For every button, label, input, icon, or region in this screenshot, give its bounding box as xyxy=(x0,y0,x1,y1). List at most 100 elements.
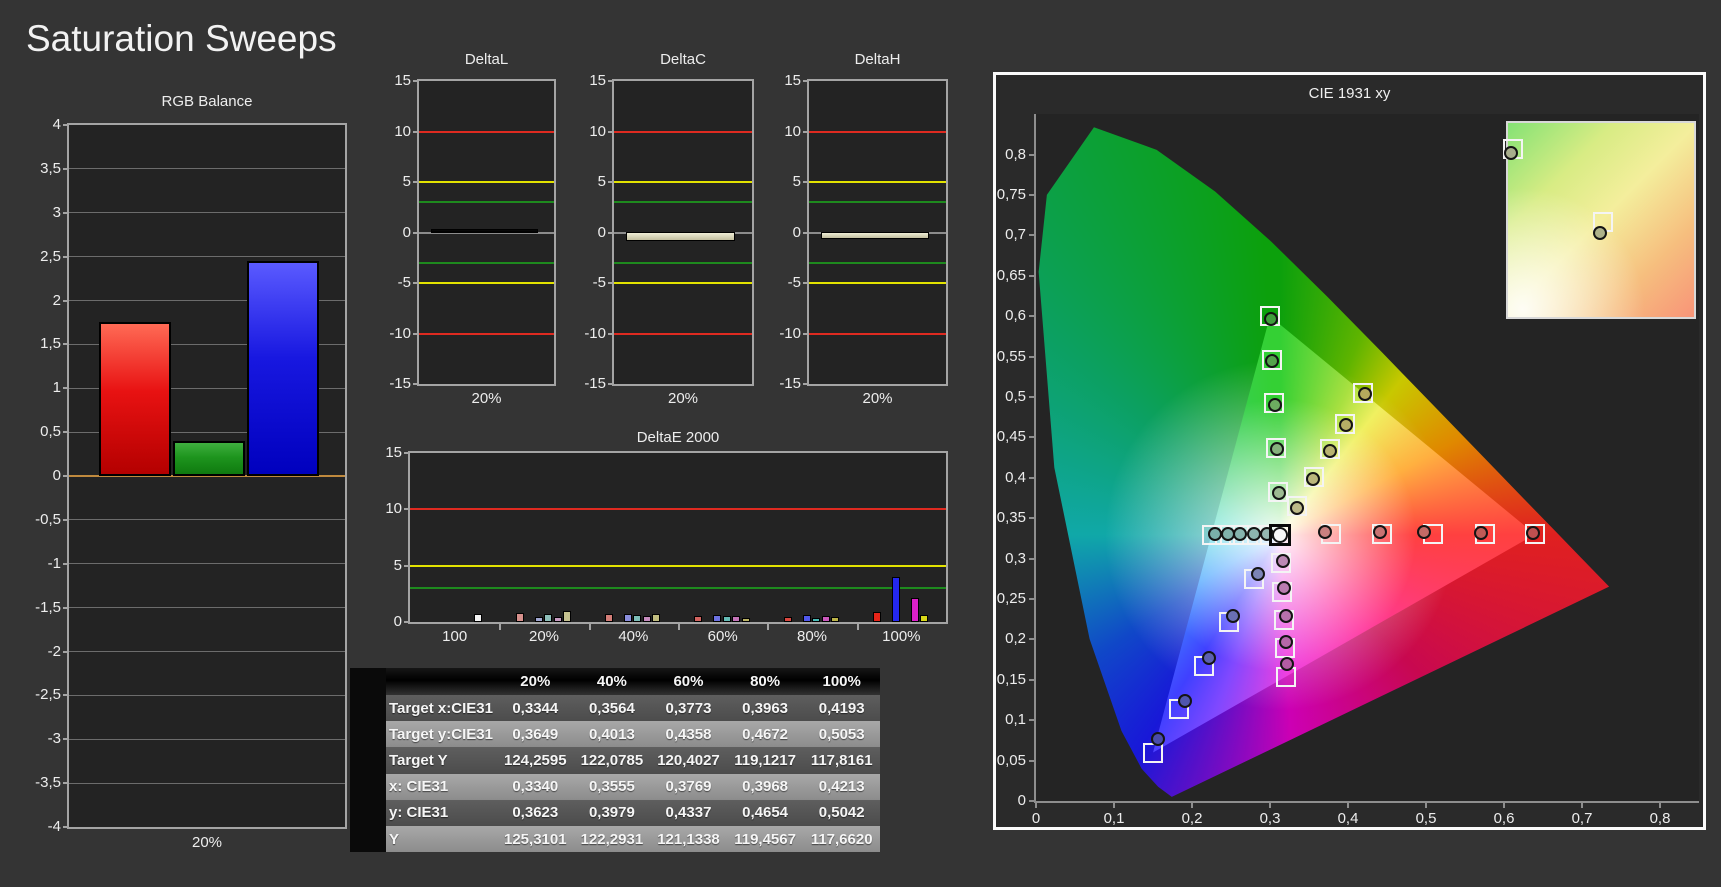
table-row: y: CIE31 0,3623 0,3979 0,4337 0,4654 0,5042 xyxy=(350,799,880,826)
y-tick-label: -2,5 xyxy=(35,686,61,704)
table-cell: 121,1338 xyxy=(657,830,720,848)
y-tick-mark xyxy=(63,255,69,258)
cie-y-tick-mark xyxy=(1029,517,1034,520)
cie-measured-dot-green xyxy=(1267,398,1282,413)
table-cell: 0,4213 xyxy=(818,778,865,796)
cie-x-tick-mark xyxy=(1191,803,1193,808)
inset-measured-dot xyxy=(1593,226,1607,240)
y-tick-mark xyxy=(63,782,69,785)
y-tick-mark xyxy=(63,343,69,346)
cie-measured-dot-red xyxy=(1525,525,1540,540)
deltaC-bar xyxy=(626,231,735,242)
table-cell: 0,5053 xyxy=(818,725,865,743)
table-cell: 0,3769 xyxy=(665,778,712,796)
table-cell: 0,4193 xyxy=(818,699,865,717)
group-label: 60% xyxy=(707,628,738,645)
grid-line xyxy=(69,694,345,696)
cie-y-tick-label: 0 xyxy=(1017,792,1026,809)
table-cell: 0,4337 xyxy=(665,804,712,822)
grid-line xyxy=(69,563,345,565)
cie-x-tick-mark xyxy=(1659,803,1661,808)
y-tick-mark xyxy=(63,518,69,521)
cie-y-tick-mark xyxy=(1029,153,1034,156)
inset-measured-dot xyxy=(1504,146,1518,160)
table-header-cell: 40% xyxy=(596,673,627,690)
cie-y-tick-mark xyxy=(1029,396,1034,398)
cie-y-tick-mark xyxy=(1029,719,1034,722)
delta-e-bar xyxy=(633,614,642,622)
cie-x-tick-label: 0,3 xyxy=(1259,810,1281,827)
group-label: 100% xyxy=(882,628,921,645)
y-tick-mark xyxy=(803,80,809,82)
cie-x-tick-mark xyxy=(1113,803,1115,808)
cie-x-tick-label: 0,5 xyxy=(1415,810,1437,827)
table-cell: 119,4567 xyxy=(734,830,796,848)
grid-line xyxy=(69,212,345,214)
cie-y-tick-label: 0,2 xyxy=(1005,630,1026,648)
delta-e-bar xyxy=(623,614,632,622)
y-tick-label: -15 xyxy=(779,375,801,392)
delta-e-bar xyxy=(553,616,562,622)
table-cell: 0,3649 xyxy=(512,725,559,743)
group-tick xyxy=(588,623,591,630)
y-tick-mark xyxy=(608,383,614,385)
table-header-cell: 80% xyxy=(750,673,781,690)
delta-h-chart: 15 10 5 0 -5 -10 -15 xyxy=(779,72,948,392)
limit-line xyxy=(419,282,554,284)
y-tick-mark xyxy=(63,694,69,697)
y-tick-label: 15 xyxy=(385,444,402,461)
y-tick-label: -2 xyxy=(47,642,61,660)
cie-measured-dot-red xyxy=(1317,524,1332,539)
cie-y-tick-label: 0,55 xyxy=(996,347,1026,365)
delta-e-bar xyxy=(831,617,839,622)
table-cell: 124,2595 xyxy=(504,751,567,769)
group-tick xyxy=(767,623,770,630)
limit-line xyxy=(614,201,752,204)
grid-line xyxy=(69,607,345,609)
y-tick-mark xyxy=(63,211,69,214)
y-tick-label: 15 xyxy=(394,72,411,89)
cie-measured-dot-green xyxy=(1271,486,1286,501)
cie-y-tick-mark xyxy=(1029,194,1034,196)
cie-y-tick-mark xyxy=(1029,274,1034,277)
delta-e-chart: 0 5 10 15 100 20% 40% 60% 80% 100% xyxy=(385,444,948,645)
cie-x-tick-mark xyxy=(1347,803,1349,808)
cie-zoom-inset xyxy=(1503,121,1696,319)
y-tick-label: 0 xyxy=(792,223,801,241)
limit-line xyxy=(614,332,752,335)
cie-x-tick-label: 0,6 xyxy=(1493,810,1515,827)
table-row-label: Target Y xyxy=(389,751,448,769)
saturation-sweeps-page: Saturation Sweeps RGB Balance 4 3,5 3 2,5 2 1… xyxy=(0,0,1721,887)
delta-e-title: DeltaE 2000 xyxy=(636,429,720,446)
cie-y-tick-mark xyxy=(1029,234,1034,237)
limit-line xyxy=(410,508,946,511)
limit-line xyxy=(419,201,554,204)
cie-y-tick-label: 0,65 xyxy=(996,266,1026,284)
group-tick xyxy=(678,623,680,630)
cie-y-tick-mark xyxy=(1029,315,1034,318)
cie-y-tick-label: 0,3 xyxy=(1005,549,1026,567)
y-tick-label: -5 xyxy=(397,274,411,291)
limit-line xyxy=(809,261,946,264)
cie-y-tick-mark xyxy=(1029,598,1034,600)
rgb-balance-chart: 4 3,5 3 2,5 2 1,5 1 0,5 0 -0,5 -1 -1,5 -2 -2,5 -3 -3,5 -… xyxy=(35,116,347,835)
y-tick-label: -1 xyxy=(47,554,61,572)
y-tick-label: -10 xyxy=(584,324,606,342)
delta-e-bar xyxy=(534,616,543,622)
limit-line xyxy=(614,181,752,183)
deltaL-bar xyxy=(431,229,538,234)
cie-measured-dot-red xyxy=(1372,524,1387,539)
limit-line xyxy=(614,261,752,264)
delta-e-bar xyxy=(741,618,750,622)
y-tick-label: 10 xyxy=(589,122,606,140)
y-tick-label: 5 xyxy=(792,173,801,190)
limit-line xyxy=(419,181,554,183)
limit-line xyxy=(410,564,946,567)
table-cell: 117,6620 xyxy=(810,830,873,848)
delta-c-chart: 15 10 5 0 -5 -10 -15 xyxy=(584,72,754,392)
y-tick-mark xyxy=(63,606,69,609)
table-cell: 122,2931 xyxy=(580,830,644,848)
group-label: 100 xyxy=(442,628,468,645)
table-header-cell: 60% xyxy=(673,673,704,690)
limit-line xyxy=(809,282,946,284)
